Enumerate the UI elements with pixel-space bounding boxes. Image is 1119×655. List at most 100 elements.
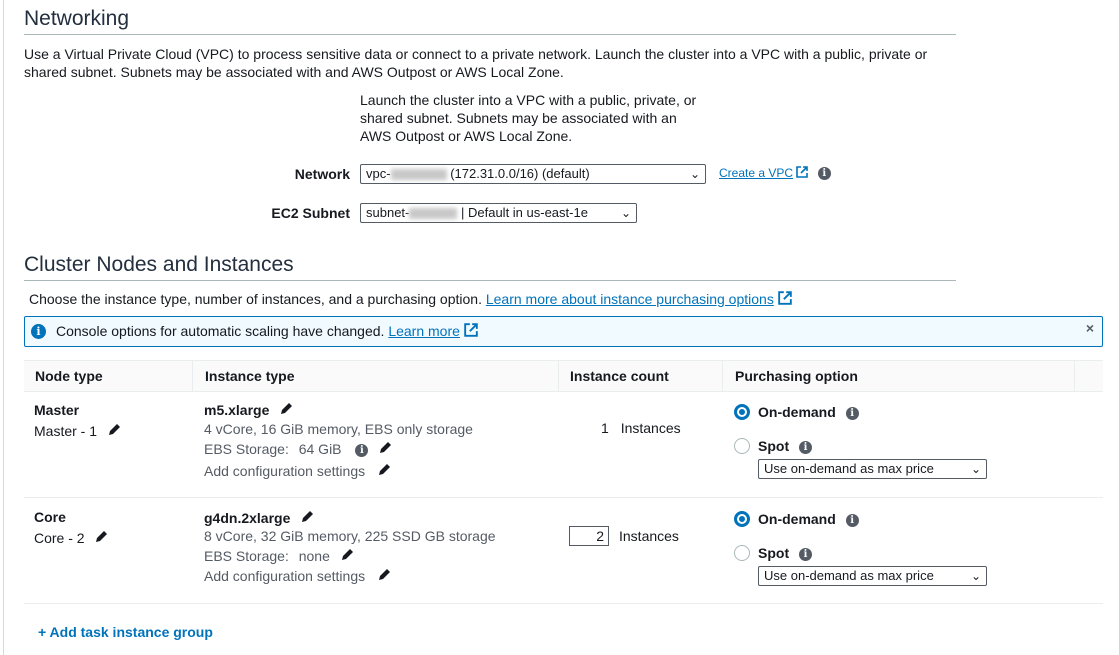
node-name-text: Master - 1: [34, 423, 98, 439]
subnet-suffix: | Default in us-east-1e: [461, 205, 588, 220]
cluster-description-line: Choose the instance type, number of inst…: [29, 290, 792, 309]
add-config-settings: Add configuration settings: [204, 567, 391, 586]
column-divider: [192, 361, 193, 391]
ebs-label: EBS Storage:: [204, 548, 289, 564]
spot-price-option: Use on-demand as max price: [764, 568, 934, 583]
pencil-icon[interactable]: [300, 510, 314, 528]
info-icon[interactable]: i: [817, 167, 831, 181]
info-icon[interactable]: i: [355, 443, 369, 457]
instance-type: m5.xlarge: [204, 401, 293, 420]
external-link-icon: [796, 166, 809, 181]
spot-price-option: Use on-demand as max price: [764, 461, 934, 476]
spot-label: Spot: [758, 545, 790, 561]
ebs-value: 64 GiB: [298, 441, 342, 457]
pencil-icon[interactable]: [378, 441, 392, 459]
spot-option: Spot i: [758, 437, 812, 455]
column-divider: [722, 361, 723, 391]
instances-table-header: Node type Instance type Instance count P…: [24, 360, 1103, 392]
instance-count-value: 1: [601, 420, 609, 436]
instance-count-input[interactable]: 2: [569, 526, 609, 546]
add-task-instance-group-button[interactable]: + Add task instance group: [38, 624, 213, 640]
info-icon[interactable]: i: [799, 547, 812, 561]
network-label: Network: [294, 166, 350, 182]
cluster-divider: [24, 280, 956, 281]
network-select[interactable]: vpc- (172.31.0.0/16) (default) ⌄: [360, 164, 706, 184]
pencil-icon[interactable]: [340, 548, 354, 566]
on-demand-label: On-demand: [758, 511, 836, 527]
banner-learn-more-link[interactable]: Learn more: [388, 323, 460, 339]
chevron-down-icon: ⌄: [689, 167, 700, 181]
ebs-value: none: [298, 548, 330, 564]
spot-price-select[interactable]: Use on-demand as max price ⌄: [758, 566, 987, 586]
instance-type-text: g4dn.2xlarge: [204, 510, 291, 526]
spot-radio[interactable]: [734, 438, 750, 454]
network-suffix: (172.31.0.0/16) (default): [450, 166, 590, 181]
info-banner: i Console options for automatic scaling …: [24, 316, 1103, 347]
spot-radio[interactable]: [734, 545, 750, 561]
on-demand-option: On-demand i: [758, 403, 859, 421]
instance-count-unit: Instances: [619, 528, 679, 544]
ebs-label: EBS Storage:: [204, 441, 289, 457]
add-config-settings: Add configuration settings: [204, 462, 391, 481]
row-divider: [24, 603, 1103, 604]
close-icon[interactable]: ×: [1086, 314, 1094, 343]
column-divider: [558, 361, 559, 391]
networking-description: Use a Virtual Private Cloud (VPC) to pro…: [24, 46, 928, 80]
create-vpc-link[interactable]: Create a VPC: [719, 166, 793, 180]
chevron-down-icon: ⌄: [620, 206, 631, 220]
node-name: Master - 1: [34, 422, 121, 441]
banner-text: Console options for automatic scaling ha…: [56, 323, 385, 339]
instance-count-unit: Instances: [620, 420, 681, 436]
ebs-storage: EBS Storage: none: [204, 547, 354, 566]
networking-heading: Networking: [24, 7, 130, 30]
info-icon[interactable]: i: [845, 406, 859, 420]
info-circle-icon: i: [31, 324, 46, 339]
col-instance-type: Instance type: [205, 368, 295, 384]
node-type: Core: [34, 509, 66, 525]
pencil-icon[interactable]: [377, 463, 391, 481]
col-instance-count: Instance count: [570, 368, 669, 384]
redacted-vpc-id: [390, 169, 447, 181]
subnet-select[interactable]: subnet- | Default in us-east-1e ⌄: [360, 203, 637, 223]
on-demand-radio[interactable]: [734, 511, 750, 527]
col-purchasing-option: Purchasing option: [735, 368, 858, 384]
on-demand-label: On-demand: [758, 404, 836, 420]
pencil-icon[interactable]: [94, 530, 108, 548]
chevron-down-icon: ⌄: [970, 569, 981, 583]
instance-type: g4dn.2xlarge: [204, 509, 314, 528]
instance-count-static: 1 Instances: [601, 419, 681, 437]
external-link-icon: [464, 318, 478, 347]
instance-type-text: m5.xlarge: [204, 402, 270, 418]
col-node-type: Node type: [35, 368, 103, 384]
pencil-icon[interactable]: [107, 423, 121, 441]
network-help-text: Launch the cluster into a VPC with a pub…: [360, 91, 710, 145]
column-divider: [1074, 361, 1075, 391]
row-divider: [24, 497, 1103, 498]
add-config-link[interactable]: Add configuration settings: [204, 568, 365, 584]
spot-price-select[interactable]: Use on-demand as max price ⌄: [758, 459, 987, 479]
page-left-border: [3, 0, 4, 655]
node-name: Core - 2: [34, 529, 108, 548]
node-type: Master: [34, 402, 80, 418]
learn-more-purchasing-link[interactable]: Learn more about instance purchasing opt…: [486, 291, 774, 307]
banner-message: Console options for automatic scaling ha…: [56, 317, 478, 347]
add-config-link[interactable]: Add configuration settings: [204, 463, 365, 479]
pencil-icon[interactable]: [279, 402, 293, 420]
on-demand-radio[interactable]: [734, 404, 750, 420]
info-icon[interactable]: i: [845, 513, 859, 527]
ebs-storage: EBS Storage: 64 GiB i: [204, 440, 392, 459]
spot-label: Spot: [758, 438, 790, 454]
help-line-3: AWS Outpost or AWS Local Zone.: [360, 128, 573, 144]
instance-specs: 4 vCore, 16 GiB memory, EBS only storage: [204, 421, 473, 437]
spot-option: Spot i: [758, 544, 812, 562]
pencil-icon[interactable]: [377, 568, 391, 586]
cluster-heading: Cluster Nodes and Instances: [24, 253, 294, 276]
create-vpc-group: Create a VPC i: [719, 166, 831, 181]
node-name-text: Core - 2: [34, 530, 85, 546]
info-icon[interactable]: i: [799, 440, 812, 454]
chevron-down-icon: ⌄: [970, 462, 981, 476]
help-line-1: Launch the cluster into a VPC with a pub…: [360, 92, 697, 108]
subnet-prefix: subnet-: [366, 205, 410, 220]
on-demand-option: On-demand i: [758, 510, 859, 528]
help-line-2: shared subnet. Subnets may be associated…: [360, 110, 677, 126]
